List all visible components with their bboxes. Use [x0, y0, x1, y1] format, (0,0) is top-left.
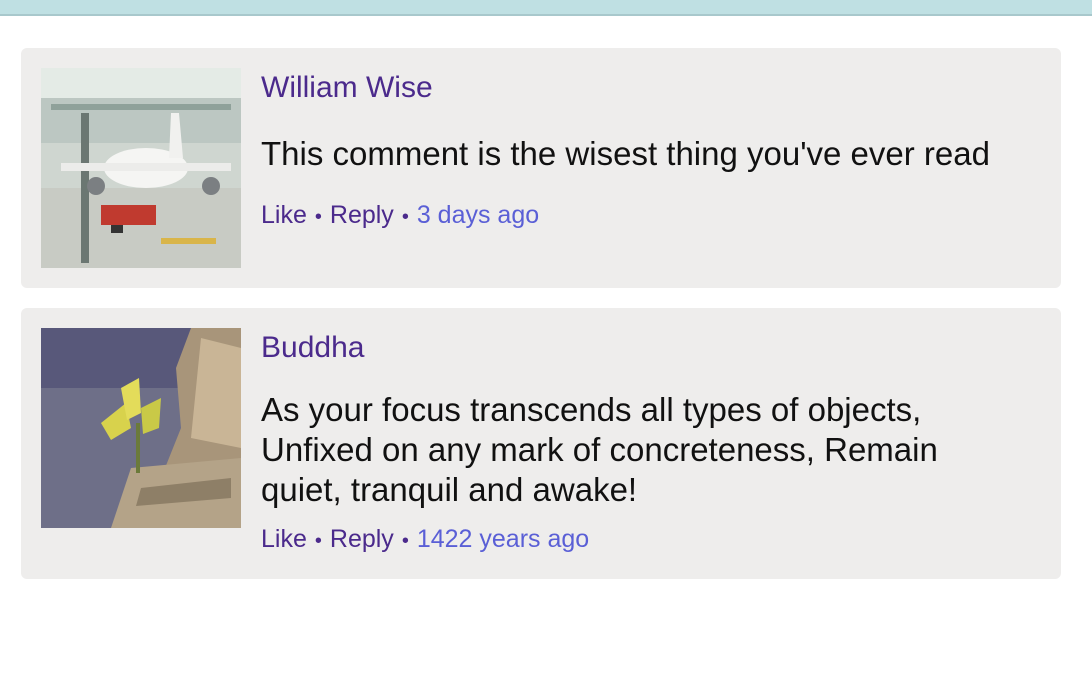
comment-card: William Wise This comment is the wisest … [21, 48, 1061, 288]
like-button[interactable]: Like [261, 525, 307, 553]
reply-button[interactable]: Reply [330, 525, 394, 553]
plant-on-rock-photo-icon [41, 328, 241, 528]
comment-actions: Like • Reply • 3 days ago [261, 200, 1041, 232]
comment-timestamp[interactable]: 1422 years ago [417, 525, 589, 553]
airplane-photo-icon [41, 68, 241, 268]
comment-actions: Like • Reply • 1422 years ago [261, 524, 1041, 556]
avatar[interactable] [41, 328, 241, 528]
avatar[interactable] [41, 68, 241, 268]
separator-dot: • [314, 530, 322, 552]
comment-text: As your focus transcends all types of ob… [261, 391, 938, 508]
comment-text: This comment is the wisest thing you've … [261, 135, 990, 172]
separator-dot: • [401, 530, 409, 552]
top-bar [0, 0, 1092, 16]
comment-author[interactable]: Buddha [261, 328, 1041, 368]
separator-dot: • [401, 206, 409, 228]
like-button[interactable]: Like [261, 201, 307, 229]
separator-dot: • [314, 206, 322, 228]
reply-button[interactable]: Reply [330, 201, 394, 229]
comment-card: Buddha As your focus transcends all type… [21, 308, 1061, 579]
comment-timestamp[interactable]: 3 days ago [417, 201, 539, 229]
comment-author[interactable]: William Wise [261, 68, 1041, 108]
comment-list: William Wise This comment is the wisest … [21, 48, 1061, 599]
